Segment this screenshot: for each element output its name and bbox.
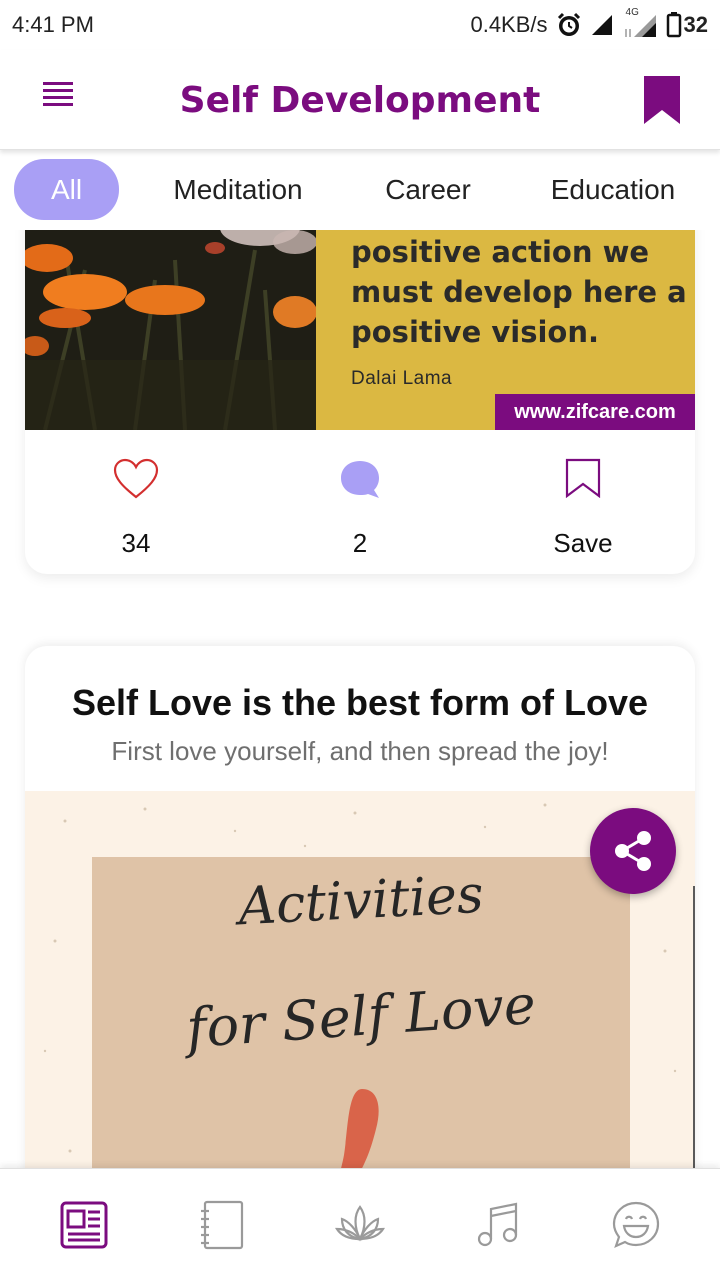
signal-icon [590,13,614,37]
comment-count: 2 [352,528,368,558]
network-speed: 0.4KB/s [470,12,548,37]
nav-journal[interactable] [196,1199,248,1251]
signal-4g-icon: 4G [622,7,658,39]
category-tabs: All Meditation Career Education [0,150,720,230]
quote-site: www.zifcare.com [495,394,695,430]
nav-chat[interactable] [610,1199,662,1251]
news-icon [60,1201,108,1249]
bottom-nav [0,1168,720,1280]
post-subtitle: First love yourself, and then spread the… [111,736,609,766]
lotus-icon [335,1205,385,1242]
post-actions: 34 2 Save [25,430,695,574]
tab-meditation[interactable]: Meditation [160,159,316,220]
poster-edge [693,886,695,1168]
share-icon [615,831,651,871]
journal-icon [201,1200,244,1250]
feed[interactable]: positive action we must develop here a p… [0,230,720,1168]
poster-card: Activities for Self Love [92,857,630,1168]
bookmark-icon [644,76,680,124]
post-card: positive action we must develop here a p… [25,230,695,574]
like-button[interactable]: 34 [56,430,216,574]
poster-line-1: Activities [236,864,485,938]
status-right: 0.4KB/s 4G 32 [470,7,708,40]
alarm-icon [556,12,582,38]
app-header: Self Development [0,50,720,150]
post-card: Self Love is the best form of Love First… [25,646,695,1168]
status-bar: 4:41 PM 0.4KB/s 4G 32 [0,0,720,50]
page-title: Self Development [179,80,541,121]
bookmark-button[interactable] [642,74,682,126]
like-count: 34 [121,528,151,558]
figure-illustration [341,1089,379,1168]
comment-button[interactable]: 2 [280,430,440,574]
post-title: Self Love is the best form of Love [71,682,649,723]
chat-emoji-icon [612,1201,660,1249]
nav-meditation[interactable] [334,1199,386,1251]
quote-panel: positive action we must develop here a p… [316,230,695,430]
share-button[interactable] [590,808,676,894]
nav-music[interactable] [472,1199,524,1251]
quote-image[interactable]: positive action we must develop here a p… [25,230,695,430]
tab-all[interactable]: All [14,159,119,220]
save-label: Save [553,528,613,558]
nav-feed[interactable] [58,1199,110,1251]
heart-icon [113,458,159,499]
battery-level: 32 [683,12,708,37]
bookmark-outline-icon [565,458,601,498]
poster-line-2: for Self Love [184,972,538,1061]
network-type: 4G [625,7,639,18]
flower-photo [25,230,316,430]
status-time: 4:41 PM [12,12,94,37]
battery-icon: 32 [666,12,708,38]
quote-author: Dalai Lama [351,368,453,389]
tab-career[interactable]: Career [370,159,486,220]
music-icon [477,1202,518,1247]
save-button[interactable]: Save [503,430,663,574]
tab-education[interactable]: Education [540,159,686,220]
quote-text: positive action we must develop here a p… [351,235,687,349]
comment-icon [341,461,379,498]
